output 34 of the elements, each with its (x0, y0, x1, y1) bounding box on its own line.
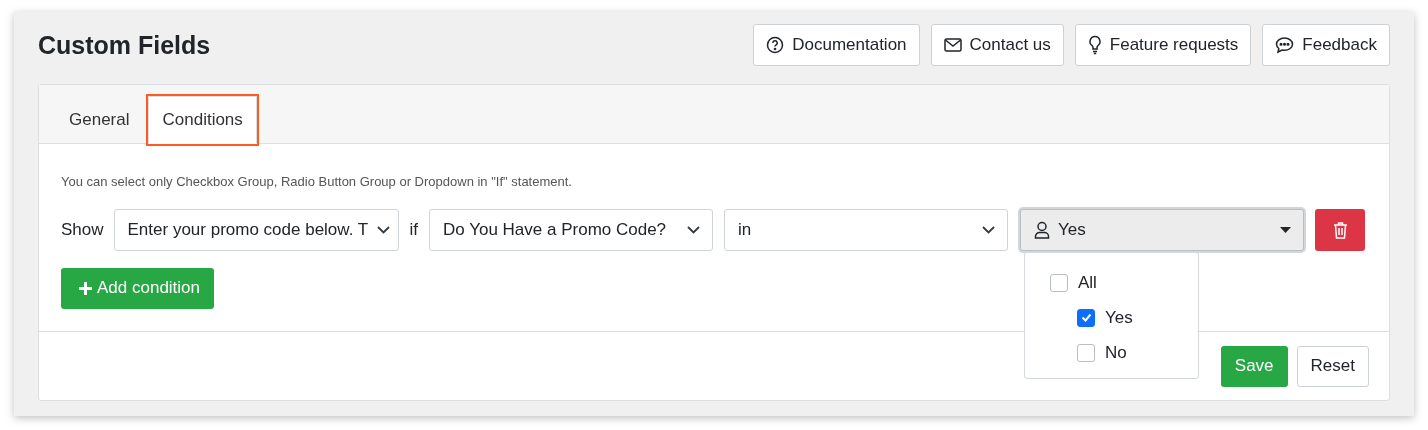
field-select[interactable]: Enter your promo code below. T (113, 208, 399, 251)
checkbox[interactable] (1050, 273, 1068, 292)
feedback-button[interactable]: Feedback (1262, 24, 1390, 66)
chevron-icon (982, 225, 996, 234)
hint-text: You can select only Checkbox Group, Radio Button Group or Dropdown in "If" statement. (61, 173, 573, 191)
check-icon (1080, 313, 1092, 322)
caret-icon (1280, 226, 1292, 233)
contact-button[interactable]: Contact us (930, 24, 1064, 66)
if-label: if (409, 218, 419, 241)
option-label: All (1078, 271, 1097, 294)
lightbulb-icon (1087, 35, 1102, 55)
documentation-button[interactable]: Documentation (753, 24, 920, 66)
reset-button[interactable]: Reset (1296, 345, 1369, 387)
show-label: Show (61, 218, 104, 241)
chevron-icon (687, 225, 701, 234)
option-label: Yes (1105, 306, 1133, 329)
option-label: No (1105, 341, 1127, 364)
person-icon (1034, 220, 1051, 239)
chat-icon (1275, 36, 1295, 54)
checkbox[interactable] (1077, 308, 1095, 327)
tab[interactable]: Conditions (148, 96, 257, 144)
trash-icon (1332, 220, 1348, 239)
plus-icon (78, 280, 93, 296)
envelope-icon (943, 37, 962, 53)
page-title: Custom Fields (38, 30, 211, 60)
checkbox[interactable] (1077, 343, 1095, 362)
operator-select[interactable]: in (724, 208, 1009, 251)
chevron-icon (376, 225, 390, 234)
value-select[interactable]: Yes (1020, 208, 1305, 251)
source-select[interactable]: Do You Have a Promo Code? (429, 208, 714, 251)
feature-requests-button[interactable]: Feature requests (1074, 24, 1252, 66)
help-icon (766, 36, 785, 54)
tab[interactable]: General (56, 96, 143, 143)
delete-button[interactable] (1315, 208, 1366, 251)
